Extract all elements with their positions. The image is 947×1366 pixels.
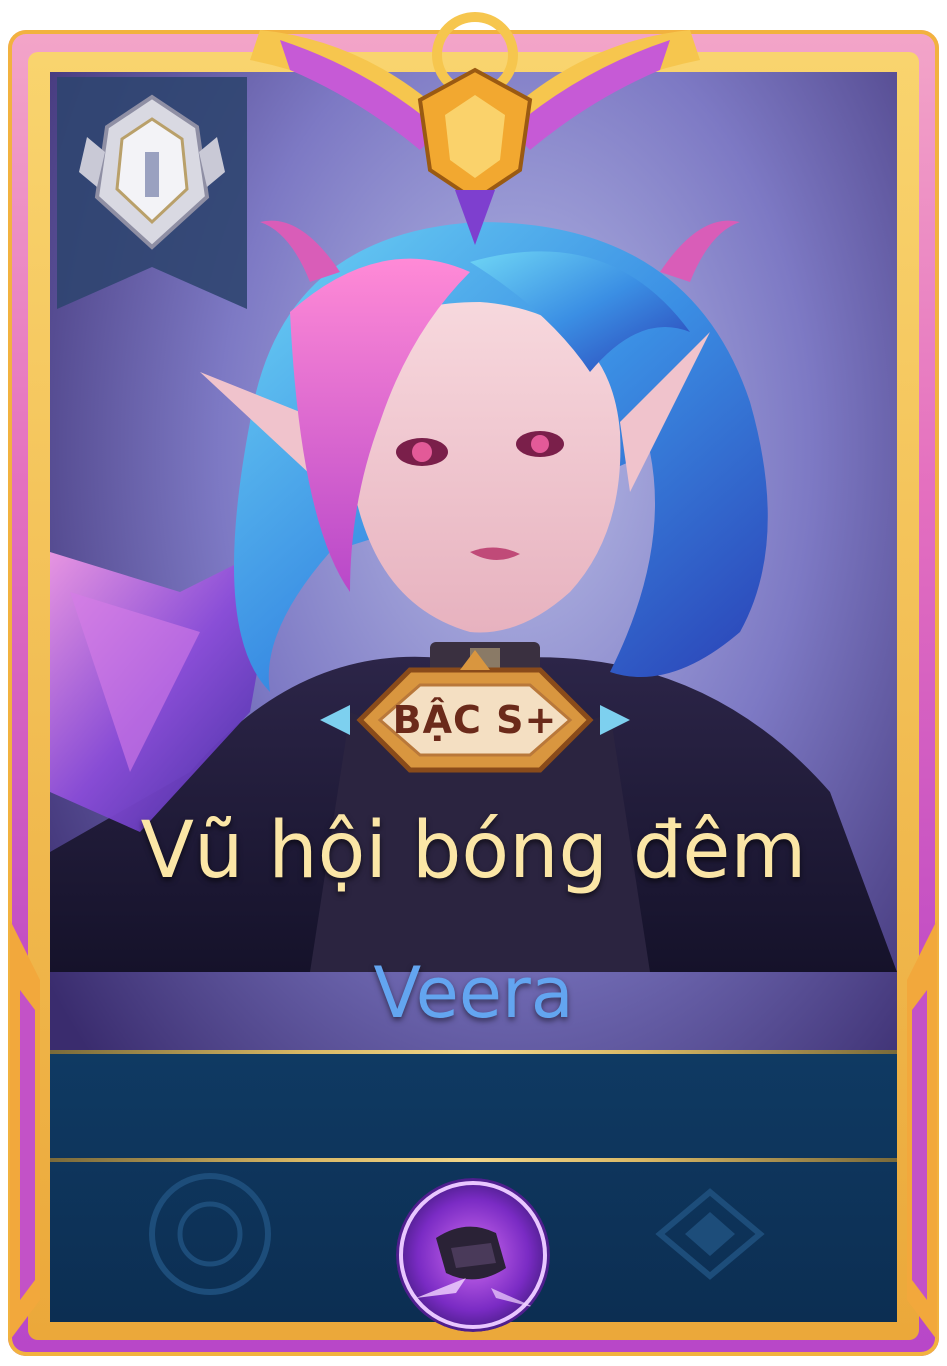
gold-winged-crown-icon [250,0,700,250]
hero-name: Veera [373,952,574,1034]
rank-banner [57,77,247,309]
bottom-panel-top-line [50,1050,897,1054]
hero-skill-icon[interactable] [396,1178,550,1332]
tier-label: BẬC S+ [392,698,558,742]
skin-name: Vũ hội bóng đêm [140,806,807,896]
right-frame-ornament [907,920,937,1340]
skin-card: BẬC S+ Vũ hội bóng đêm Veera [0,0,947,1366]
left-frame-ornament [10,920,40,1340]
tier-badge: BẬC S+ [320,650,630,790]
